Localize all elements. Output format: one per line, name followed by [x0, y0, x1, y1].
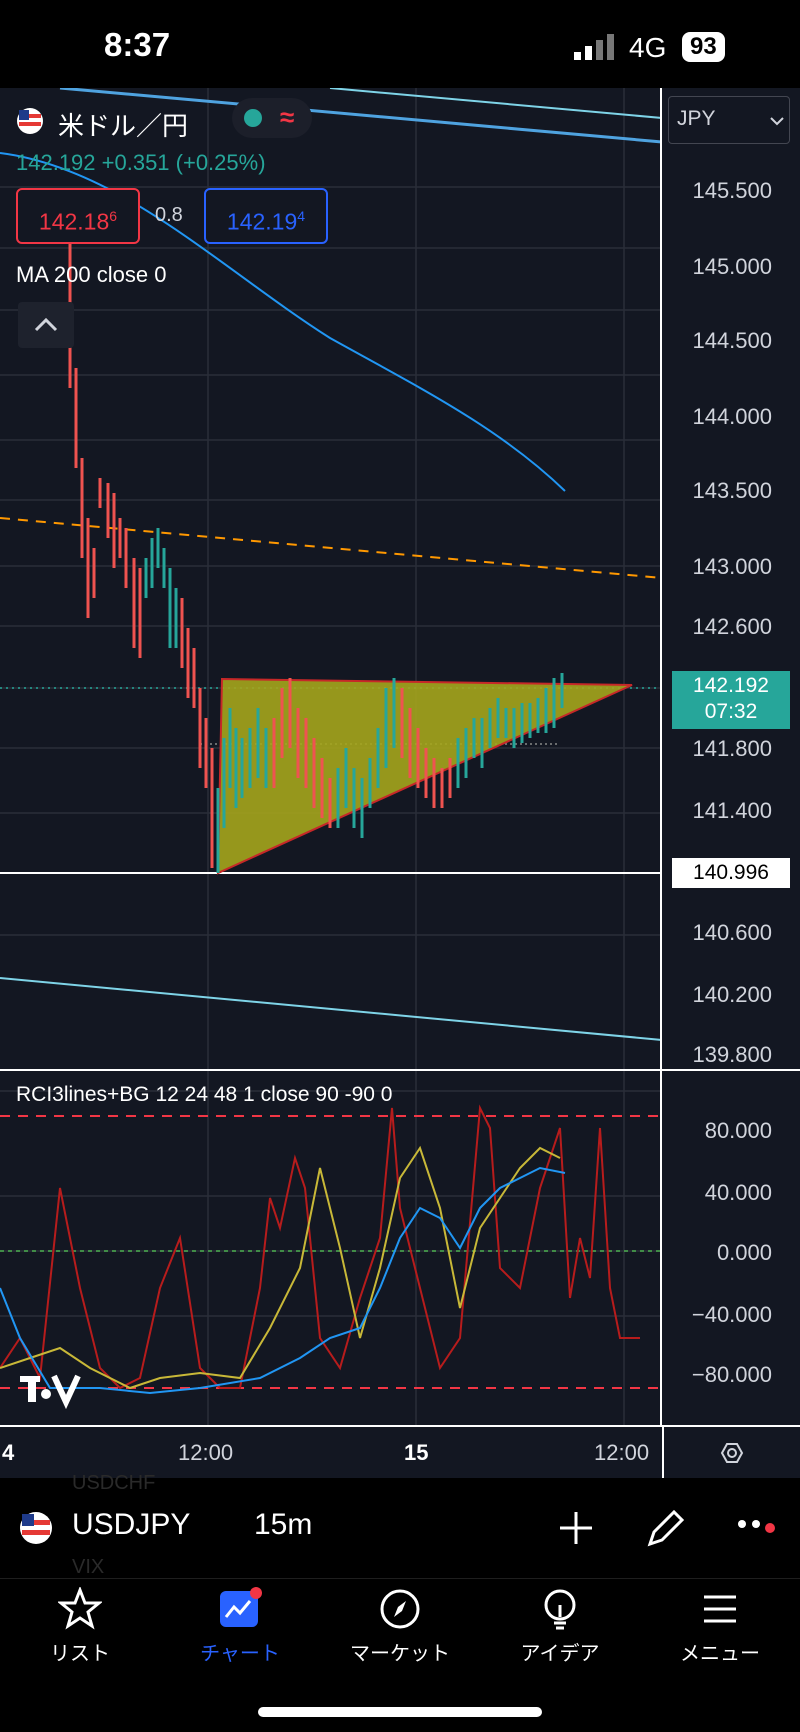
status-time: 8:37 — [104, 26, 171, 63]
pane-separator[interactable] — [0, 1069, 800, 1071]
hamburger-icon — [704, 1595, 736, 1623]
us-flag-icon — [20, 1512, 52, 1544]
price-tick: 139.800 — [692, 1042, 772, 1067]
time-label: 12:00 — [178, 1440, 234, 1465]
indicator-legend[interactable]: RCI3lines+BG 12 24 48 1 close 90 -90 0 — [16, 1083, 392, 1107]
time-label: 4 — [2, 1440, 15, 1465]
price-axis[interactable]: JPY 145.500 145.000 144.500 144.000 143.… — [660, 88, 800, 1425]
price-tick: 140.200 — [692, 982, 772, 1007]
us-flag-icon — [17, 108, 43, 134]
sell-price-box[interactable]: 142.186 — [16, 188, 140, 244]
chevron-down-icon — [770, 117, 784, 126]
ghost-symbol: USDCHF — [72, 1472, 156, 1494]
price-tick: 140.600 — [692, 920, 772, 945]
tab-ideas[interactable]: アイデア — [490, 1587, 630, 1666]
price-tick: 141.400 — [692, 798, 772, 823]
indicator-tick: 0.000 — [716, 1240, 772, 1265]
tradingview-logo — [20, 1374, 81, 1410]
price-tick: 141.800 — [692, 736, 772, 761]
symbol-button[interactable]: USDJPY — [72, 1508, 190, 1542]
collapse-legend-button[interactable] — [18, 302, 74, 348]
current-price-tag: 142.192 07:32 — [672, 671, 790, 729]
marked-price-tag: 140.996 — [672, 858, 790, 888]
trend-line[interactable] — [0, 977, 663, 1041]
tab-chart[interactable]: チャート — [170, 1587, 310, 1666]
tab-markets[interactable]: マーケット — [330, 1587, 470, 1666]
time-label: 12:00 — [594, 1440, 650, 1465]
symbol-bar: USDCHF USDJPY 15m VIX — [0, 1472, 800, 1578]
chevron-up-icon — [34, 317, 58, 332]
tab-list[interactable]: リスト — [10, 1585, 150, 1666]
symbol-name[interactable]: 米ドル／円 — [58, 106, 188, 143]
hexagon-settings-icon[interactable] — [712, 1433, 752, 1473]
price-tick: 143.500 — [692, 478, 772, 503]
trend-line[interactable] — [329, 88, 663, 119]
more-dots-icon[interactable] — [736, 1518, 776, 1538]
horizontal-dashed-line[interactable] — [0, 517, 663, 579]
chart-icon — [220, 1587, 262, 1627]
price-change-line: 142.192 +0.351 (+0.25%) — [16, 150, 266, 175]
interval-button[interactable]: 15m — [254, 1508, 312, 1542]
ma-legend[interactable]: MA 200 close 0 — [16, 262, 166, 288]
status-bar: 8:37 4G 93 — [0, 0, 800, 88]
lightbulb-icon — [544, 1589, 576, 1630]
network-type: 4G — [629, 32, 667, 63]
indicator-tick: 80.000 — [704, 1118, 772, 1143]
tab-menu[interactable]: メニュー — [650, 1587, 790, 1666]
spread-value: 0.8 — [155, 204, 183, 226]
price-tick: 144.000 — [692, 404, 772, 429]
star-icon — [56, 1585, 104, 1630]
price-tick: 142.600 — [692, 614, 772, 639]
time-label: 15 — [404, 1440, 429, 1465]
home-indicator[interactable] — [258, 1707, 542, 1717]
price-tick: 144.500 — [692, 328, 772, 353]
price-tick: 145.500 — [692, 178, 772, 203]
compass-icon — [380, 1589, 420, 1629]
indicator-tick: −80.000 — [691, 1362, 772, 1387]
plus-icon[interactable] — [556, 1508, 596, 1548]
signal-icon — [574, 34, 614, 60]
chart-area[interactable]: 米ドル／円 ≈ 142.192 +0.351 (+0.25%) 142.186 … — [0, 88, 800, 1480]
rci-mid-line — [0, 1145, 561, 1390]
rci-long-line — [0, 1166, 566, 1395]
price-tick: 143.000 — [692, 554, 772, 579]
buy-price-box[interactable]: 142.194 — [204, 188, 328, 244]
indicator-tick: 40.000 — [704, 1180, 772, 1205]
indicator-tick: −40.000 — [691, 1302, 772, 1327]
ghost-symbol: VIX — [72, 1556, 105, 1578]
live-dot-icon: ≈ — [232, 98, 312, 138]
pencil-icon[interactable] — [644, 1506, 688, 1550]
price-tick: 145.000 — [692, 254, 772, 279]
battery-level: 93 — [682, 32, 725, 62]
currency-select[interactable]: JPY — [668, 96, 790, 144]
